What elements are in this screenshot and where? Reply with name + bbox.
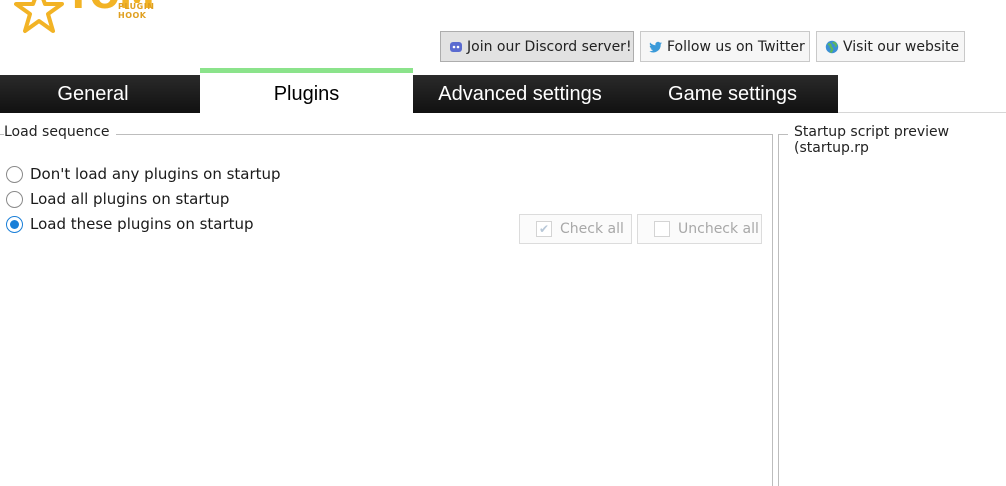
radio-label: Load these plugins on startup [30, 215, 254, 233]
tab-bar-divider [838, 112, 1006, 113]
uncheck-all-button[interactable]: Uncheck all [637, 214, 762, 244]
tab-general[interactable]: General [0, 75, 186, 113]
website-button[interactable]: Visit our website [816, 31, 965, 62]
load-sequence-group-border-top [0, 134, 772, 135]
radio-dont-load-plugins[interactable]: Don't load any plugins on startup [6, 165, 281, 183]
logo-subtext: PLUGIN HOOK [118, 2, 155, 20]
globe-icon [825, 40, 839, 53]
check-all-button[interactable]: ✔ Check all [519, 214, 632, 244]
discord-button[interactable]: Join our Discord server! [440, 31, 634, 62]
discord-button-label: Join our Discord server! [467, 38, 632, 55]
radio-label: Don't load any plugins on startup [30, 165, 281, 183]
radio-button[interactable] [6, 190, 23, 208]
tab-plugins[interactable]: Plugins [200, 68, 413, 113]
radio-load-these-plugins[interactable]: Load these plugins on startup [6, 215, 254, 233]
tab-advanced-settings[interactable]: Advanced settings [413, 75, 627, 113]
startup-preview-group-border-top [778, 134, 788, 135]
checkbox-empty-icon [654, 221, 670, 237]
twitter-button-label: Follow us on Twitter [667, 38, 805, 55]
website-button-label: Visit our website [843, 38, 960, 55]
startup-preview-group-border-left [778, 134, 779, 486]
app-logo: TOM PLUGIN HOOK [14, 0, 184, 34]
startup-preview-title: Startup script preview (startup.rp [794, 124, 1006, 156]
radio-button-selected[interactable] [6, 215, 23, 233]
twitter-bird-icon [649, 41, 662, 52]
checkbox-checked-icon: ✔ [536, 221, 552, 237]
radio-button[interactable] [6, 165, 23, 183]
star-logo-icon [14, 0, 64, 33]
load-sequence-group-border-right [772, 134, 773, 486]
radio-label: Load all plugins on startup [30, 190, 230, 208]
tab-game-settings[interactable]: Game settings [627, 75, 838, 113]
discord-icon [450, 41, 462, 52]
radio-load-all-plugins[interactable]: Load all plugins on startup [6, 190, 229, 208]
twitter-button[interactable]: Follow us on Twitter [640, 31, 810, 62]
load-sequence-title: Load sequence [4, 124, 116, 140]
tab-bar: General Plugins Advanced settings Game s… [0, 68, 838, 113]
uncheck-all-label: Uncheck all [678, 221, 759, 237]
check-all-label: Check all [560, 221, 624, 237]
